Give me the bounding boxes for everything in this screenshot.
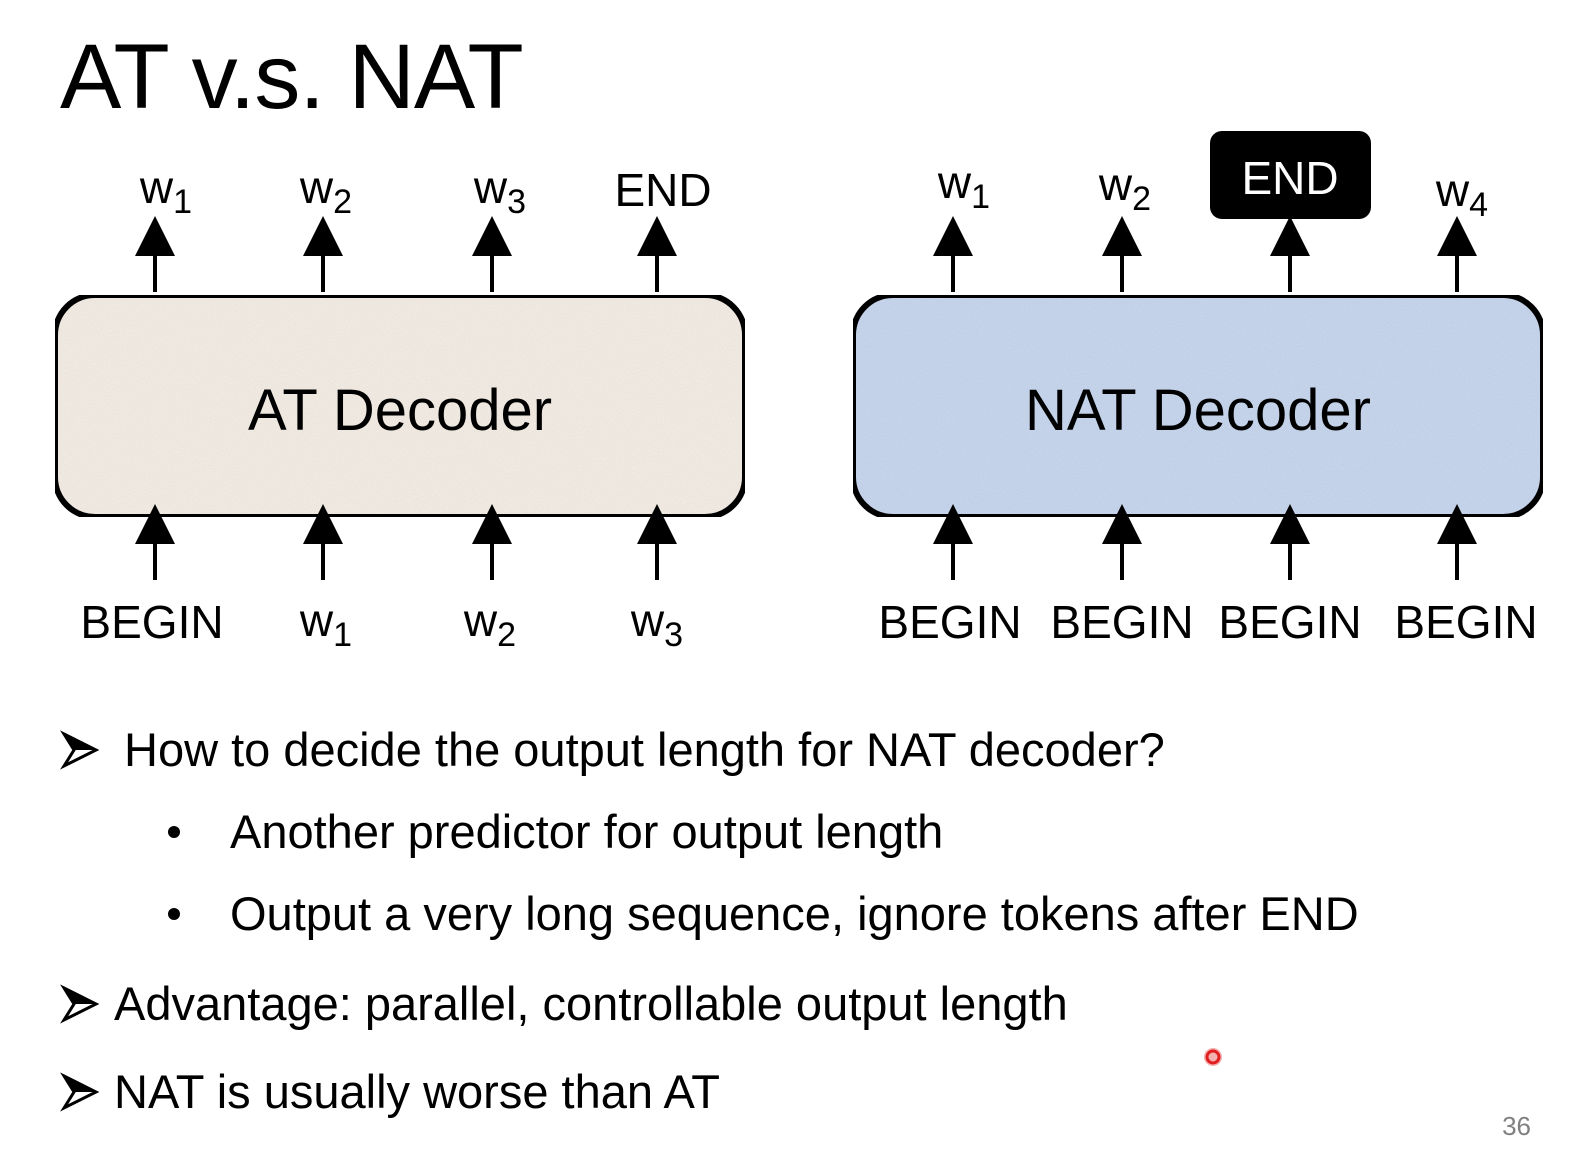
at-input-arrows bbox=[135, 504, 677, 580]
at-output-token: w3 bbox=[473, 161, 526, 221]
nat-input-token: BEGIN bbox=[1394, 596, 1537, 648]
nat-decoder: NAT Decoder bbox=[850, 292, 1546, 520]
decoder-diagram: AT Decoder NAT Decoder w1 w2 w3 END BEGI… bbox=[52, 131, 1546, 654]
at-input-token: w3 bbox=[630, 594, 683, 654]
arrowhead-bullet-icon bbox=[60, 730, 100, 770]
nat-input-arrows bbox=[933, 504, 1477, 580]
bullet-q1-sub2: Output a very long sequence, ignore toke… bbox=[168, 884, 1359, 944]
bullet-q1: How to decide the output length for NAT … bbox=[60, 720, 1165, 780]
at-input-token: w1 bbox=[299, 594, 352, 654]
dot-bullet-icon bbox=[168, 826, 180, 838]
nat-output-arrows bbox=[933, 216, 1477, 292]
bullet-advantage-text: Advantage: parallel, controllable output… bbox=[114, 977, 1068, 1030]
arrowhead-bullet-icon bbox=[60, 984, 100, 1024]
pointer-cursor-icon bbox=[1204, 1048, 1222, 1066]
bullet-q1-sub1-text: Another predictor for output length bbox=[230, 805, 944, 858]
bullet-worse: NAT is usually worse than AT bbox=[60, 1062, 720, 1122]
bullet-advantage: Advantage: parallel, controllable output… bbox=[60, 974, 1068, 1034]
nat-output-token-end: END bbox=[1241, 152, 1338, 204]
at-output-token: w2 bbox=[299, 161, 352, 221]
at-output-arrows bbox=[135, 216, 677, 292]
nat-decoder-label: NAT Decoder bbox=[1025, 378, 1371, 443]
bullet-q1-sub2-text: Output a very long sequence, ignore toke… bbox=[230, 887, 1359, 940]
nat-output-token: w1 bbox=[937, 156, 990, 216]
bullet-worse-text: NAT is usually worse than AT bbox=[114, 1065, 721, 1118]
arrowhead-bullet-icon bbox=[60, 1072, 100, 1112]
at-output-token: END bbox=[614, 164, 711, 216]
nat-input-token: BEGIN bbox=[1050, 596, 1193, 648]
bullet-q1-text: How to decide the output length for NAT … bbox=[124, 723, 1165, 776]
nat-input-token: BEGIN bbox=[1218, 596, 1361, 648]
page-number: 36 bbox=[1502, 1111, 1531, 1141]
at-decoder-label: AT Decoder bbox=[248, 378, 552, 443]
nat-output-token: w2 bbox=[1098, 158, 1151, 218]
nat-input-token: BEGIN bbox=[878, 596, 1021, 648]
at-output-token: w1 bbox=[139, 161, 192, 221]
at-decoder: AT Decoder bbox=[52, 292, 748, 520]
bullet-q1-sub1: Another predictor for output length bbox=[168, 802, 943, 862]
at-input-token: w2 bbox=[463, 594, 516, 654]
at-input-token: BEGIN bbox=[80, 596, 223, 648]
dot-bullet-icon bbox=[168, 908, 180, 920]
nat-output-token: w4 bbox=[1435, 164, 1488, 224]
